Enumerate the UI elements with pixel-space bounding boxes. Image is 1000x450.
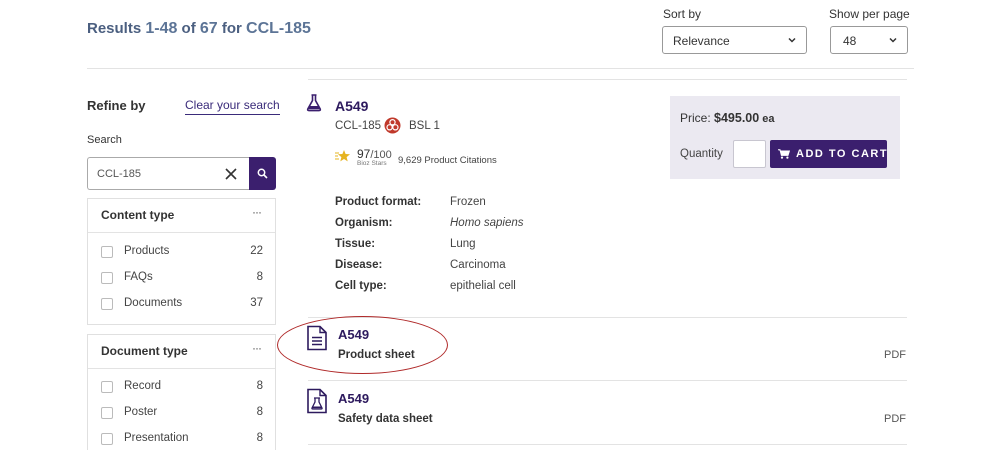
header-divider [87,68,914,69]
attribute-value: Frozen [450,196,486,208]
price-box: Price: $495.00 ea Quantity ADD TO CART [670,96,900,179]
close-icon[interactable] [224,167,238,181]
sort-select[interactable]: Relevance [662,26,807,54]
results-for: for [217,20,247,37]
facet-title: Content type [101,208,175,222]
checkbox[interactable] [101,298,113,310]
bioz-score-value: 97 [357,147,371,161]
facet-divider [88,232,275,233]
results-total: 67 [199,20,218,37]
price-unit: ea [759,113,775,125]
search-icon [257,168,268,179]
biosafety-level: BSL 1 [409,120,440,132]
sort-label: Sort by [663,7,702,21]
facet-option-count: 8 [256,271,263,283]
facet-option-count: 8 [256,432,263,444]
facet-option-label: Presentation [124,432,189,444]
results-of: of [177,20,200,37]
facet-option-products[interactable]: Products 22 [101,244,263,260]
bioz-stars-icon [335,150,350,162]
checkbox[interactable] [101,381,113,393]
results-prefix: Results [87,20,146,37]
chevron-down-icon [889,37,897,43]
facet-option-presentation[interactable]: Presentation 8 [101,431,263,447]
checkbox[interactable] [101,407,113,419]
per-page-select[interactable]: 48 [830,26,908,54]
facet-option-documents[interactable]: Documents 37 [101,296,263,312]
facet-option-faqs[interactable]: FAQs 8 [101,270,263,286]
product-code: CCL-185 [335,120,382,132]
document-type: Safety data sheet [338,413,433,425]
checkbox[interactable] [101,246,113,258]
facet-collapse-button[interactable]: ··· [252,205,262,219]
price-value: $495.00 [714,111,760,125]
price: Price: $495.00 ea [680,111,775,125]
quantity-input[interactable] [733,140,766,168]
attribute-value: Homo sapiens [450,217,524,229]
attribute-value: epithelial cell [450,280,516,292]
sort-value: Relevance [673,34,730,48]
bioz-score: 97/100 [357,147,392,161]
attribute-label: Organism: [335,217,393,229]
annotation-ellipse [277,316,448,374]
facet-option-label: FAQs [124,271,153,283]
clear-search-link[interactable]: Clear your search [185,98,280,115]
add-to-cart-label: ADD TO CART [796,148,889,160]
chevron-down-icon [788,37,796,43]
flask-icon [306,94,322,112]
per-page-label: Show per page [829,7,910,21]
result-divider [308,380,907,381]
refine-title: Refine by [87,98,146,113]
facet-divider [88,368,275,369]
facet-document-type: Document type ··· Record 8 Poster 8 Presen… [87,334,276,450]
facet-content-type: Content type ··· Products 22 FAQs 8 Docume… [87,198,276,325]
price-label: Price: [680,111,715,125]
search-label: Search [87,134,122,146]
attribute-label: Disease: [335,259,383,271]
quantity-label: Quantity [680,148,723,160]
biohazard-icon [384,117,401,134]
facet-option-count: 22 [250,245,263,257]
document-format: PDF [884,349,906,361]
facet-option-count: 37 [250,297,263,309]
facet-option-poster[interactable]: Poster 8 [101,405,263,421]
result-divider [308,444,907,445]
facet-title: Document type [101,344,188,358]
per-page-value: 48 [843,34,857,48]
attribute-value: Carcinoma [450,259,506,271]
product-name-link[interactable]: A549 [335,98,368,114]
citations-link[interactable]: 9,629 Product Citations [398,155,497,166]
document-name-link[interactable]: A549 [338,391,369,406]
attribute-label: Product format: [335,196,422,208]
results-query: CCL-185 [246,20,311,37]
facet-collapse-button[interactable]: ··· [252,341,262,355]
facet-option-count: 8 [256,380,263,392]
safety-flask-document-icon [307,388,327,414]
results-divider [308,79,907,80]
facet-option-label: Products [124,245,170,257]
document-format: PDF [884,413,906,425]
add-to-cart-button[interactable]: ADD TO CART [770,140,887,168]
facet-option-count: 8 [256,406,263,418]
facet-option-label: Documents [124,297,183,309]
checkbox[interactable] [101,433,113,445]
attribute-value: Lung [450,238,476,250]
facet-option-label: Poster [124,406,158,418]
bioz-caption: Bioz Stars [357,160,387,167]
results-summary: Results 1-48 of 67 for CCL-185 [87,20,311,38]
cart-icon [778,149,790,159]
results-range: 1-48 [145,20,178,37]
attribute-label: Cell type: [335,280,387,292]
search-button[interactable] [249,157,276,190]
checkbox[interactable] [101,272,113,284]
facet-option-record[interactable]: Record 8 [101,379,263,395]
facet-option-label: Record [124,380,162,392]
attribute-label: Tissue: [335,238,376,250]
